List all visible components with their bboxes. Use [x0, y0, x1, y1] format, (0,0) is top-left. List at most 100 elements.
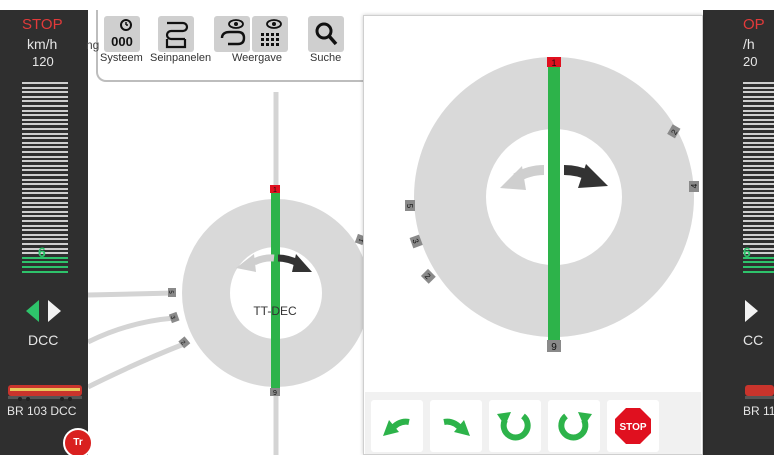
speed-tick — [22, 114, 68, 117]
right-loco-cab: OP /h 20 6 CC BR 11 — [703, 10, 774, 455]
search-button[interactable] — [308, 16, 344, 52]
speed-tick — [743, 233, 774, 236]
speed-tick — [743, 197, 774, 199]
speed-tick — [743, 192, 774, 195]
speed-tick — [22, 270, 68, 273]
weergave-label: Weergave — [232, 52, 282, 64]
protocol-label-right: CC — [743, 332, 764, 348]
current-speed-right: 6 — [743, 244, 751, 260]
speed-tick — [743, 128, 774, 130]
truncated-label: ng — [86, 38, 100, 52]
speed-tick — [22, 137, 68, 140]
speed-tick — [743, 105, 774, 107]
turntable-bridge[interactable] — [548, 65, 560, 347]
step-left-button[interactable] — [371, 400, 423, 452]
seinpanelen-label: Seinpanelen — [150, 52, 212, 64]
speed-tick — [743, 114, 774, 117]
rotate-ccw-button[interactable] — [489, 400, 541, 452]
speed-tick — [743, 266, 774, 268]
speed-tick — [22, 118, 68, 121]
speed-tick — [743, 151, 774, 153]
turntable-detail-view[interactable]: 1 9 2 4 5 3 2 — [364, 16, 702, 392]
speed-tick — [22, 187, 68, 190]
speed-tick — [743, 109, 774, 112]
weergave-track-button[interactable] — [214, 16, 250, 52]
loco-name-right: BR 11 — [743, 404, 774, 418]
speed-tick — [22, 261, 68, 264]
speed-tick — [22, 146, 68, 149]
seinpanelen-button[interactable] — [158, 16, 194, 52]
speed-tick — [22, 215, 68, 218]
max-speed-right: 20 — [743, 54, 758, 69]
speed-tick — [22, 178, 68, 181]
turntable-bridge[interactable] — [271, 192, 280, 394]
speed-tick — [743, 215, 774, 218]
track-line — [88, 315, 175, 345]
speed-tick — [22, 132, 68, 135]
svg-text:000: 000 — [111, 34, 133, 49]
svg-text:5: 5 — [405, 204, 414, 209]
speed-tick — [22, 192, 68, 195]
speed-tick — [22, 174, 68, 176]
speed-tick — [22, 220, 68, 222]
speed-tick — [22, 151, 68, 153]
track-line — [88, 341, 185, 390]
speed-tick — [22, 164, 68, 167]
speed-tick — [743, 132, 774, 135]
speed-tick — [22, 224, 68, 227]
stop-label-right[interactable]: OP — [743, 16, 765, 33]
track-marker-right: 4 — [689, 181, 699, 192]
speed-tick — [743, 220, 774, 222]
track-line — [88, 290, 175, 298]
systeem-button[interactable]: 000 — [104, 16, 140, 52]
speed-tick — [22, 128, 68, 130]
speed-tick — [743, 210, 774, 213]
speed-tick — [22, 105, 68, 107]
stop-button[interactable]: STOP — [607, 400, 659, 452]
current-speed: 6 — [38, 244, 46, 260]
speed-unit-right: /h — [743, 36, 755, 52]
max-speed: 120 — [32, 54, 54, 69]
track-layout-canvas[interactable]: 1 9 TT-DEC 5 3 2 1 — [88, 82, 368, 455]
direction-toggle-right[interactable] — [743, 300, 759, 327]
speed-tick — [743, 82, 774, 84]
weergave-grid-button[interactable] — [252, 16, 288, 52]
locomotive-image[interactable] — [6, 383, 84, 401]
track-number-top: 1 — [273, 187, 277, 194]
speed-tick — [743, 118, 774, 121]
speed-tick — [22, 95, 68, 98]
locomotive-image-right[interactable] — [743, 383, 774, 401]
step-right-button[interactable] — [430, 400, 482, 452]
speed-tick — [743, 91, 774, 94]
speed-tick — [22, 82, 68, 84]
speed-tick — [22, 109, 68, 112]
speed-tick — [743, 178, 774, 181]
speed-tick — [22, 201, 68, 204]
speed-tick — [743, 164, 774, 167]
speed-tick — [743, 86, 774, 89]
speed-tick — [22, 197, 68, 199]
direction-forward-icon — [745, 300, 758, 322]
speed-tick — [743, 169, 774, 172]
speed-tick — [22, 233, 68, 236]
search-label: Suche — [310, 52, 342, 64]
direction-toggle[interactable] — [26, 300, 62, 327]
rotate-cw-icon — [558, 412, 592, 441]
systeem-label: Systeem — [100, 52, 143, 64]
speed-tick — [743, 201, 774, 204]
stop-label[interactable]: STOP — [22, 16, 63, 33]
step-left-icon — [383, 418, 410, 436]
speed-tick — [743, 123, 774, 126]
search-icon — [315, 22, 338, 46]
rotate-cw-button[interactable] — [548, 400, 600, 452]
speed-tick — [22, 141, 68, 144]
turntable-name: TT-DEC — [253, 304, 297, 318]
clock-grid-icon: 000 — [111, 19, 133, 49]
speed-tick — [22, 266, 68, 268]
speed-tick — [22, 160, 68, 163]
track-marker-left: 2 — [420, 268, 436, 284]
speed-tick — [22, 183, 68, 186]
left-loco-cab: STOP km/h 120 6 DCC BR 103 DCC — [0, 10, 88, 455]
speed-tick — [743, 160, 774, 163]
speed-tick — [22, 206, 68, 209]
